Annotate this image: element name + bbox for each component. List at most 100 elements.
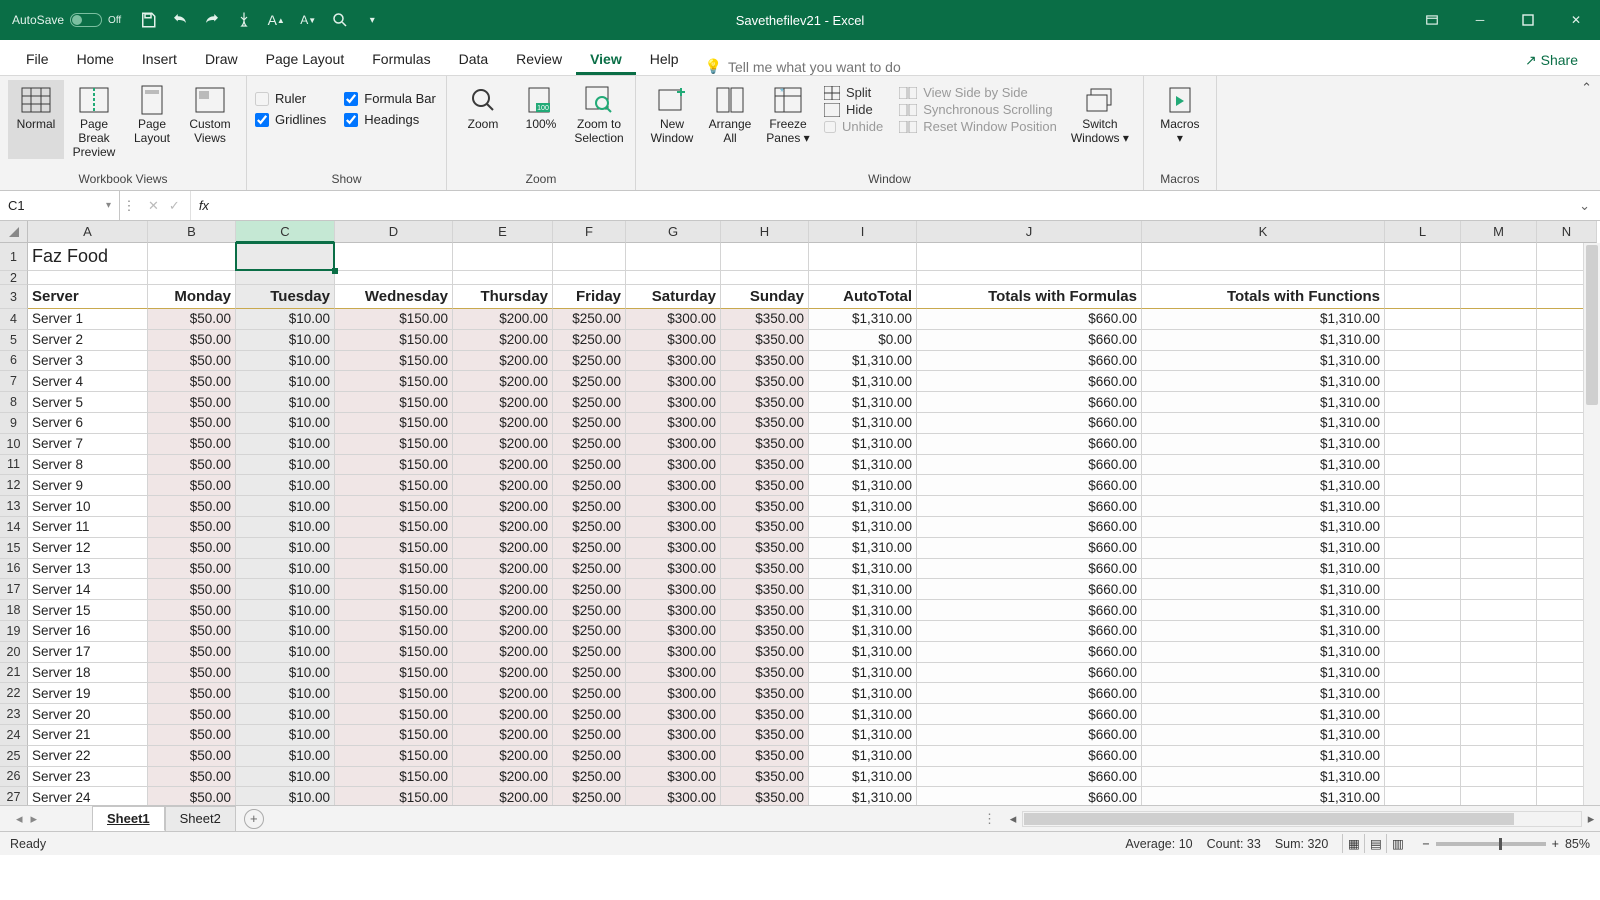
cell[interactable] bbox=[1461, 413, 1537, 434]
cell[interactable] bbox=[1461, 330, 1537, 351]
column-header[interactable]: H bbox=[721, 221, 809, 243]
row-header[interactable]: 20 bbox=[0, 642, 28, 663]
tab-help[interactable]: Help bbox=[636, 43, 693, 75]
cell[interactable] bbox=[1461, 351, 1537, 372]
cell[interactable]: $1,310.00 bbox=[809, 413, 917, 434]
cell[interactable]: Server bbox=[28, 285, 148, 309]
custom-views-button[interactable]: CustomViews bbox=[182, 80, 238, 159]
tab-data[interactable]: Data bbox=[445, 43, 503, 75]
cell[interactable] bbox=[1461, 767, 1537, 788]
cell[interactable] bbox=[1385, 767, 1461, 788]
cell[interactable] bbox=[1385, 434, 1461, 455]
cell[interactable]: $50.00 bbox=[148, 642, 236, 663]
row-header[interactable]: 3 bbox=[0, 285, 28, 309]
cell[interactable]: $1,310.00 bbox=[1142, 767, 1385, 788]
cell[interactable]: $300.00 bbox=[626, 538, 721, 559]
font-increase-icon[interactable]: A▲ bbox=[267, 11, 285, 29]
ribbon-display-options-icon[interactable] bbox=[1408, 0, 1456, 40]
row-header[interactable]: 17 bbox=[0, 579, 28, 600]
cell[interactable]: $150.00 bbox=[335, 704, 453, 725]
cell[interactable]: $1,310.00 bbox=[1142, 559, 1385, 580]
touch-mode-icon[interactable] bbox=[235, 11, 253, 29]
cell[interactable] bbox=[1385, 285, 1461, 309]
redo-icon[interactable] bbox=[203, 11, 221, 29]
cell[interactable] bbox=[1461, 683, 1537, 704]
cell[interactable]: $350.00 bbox=[721, 475, 809, 496]
cell[interactable]: $50.00 bbox=[148, 371, 236, 392]
cell[interactable]: $200.00 bbox=[453, 600, 553, 621]
row-header[interactable]: 23 bbox=[0, 704, 28, 725]
row-header[interactable]: 21 bbox=[0, 663, 28, 684]
tab-review[interactable]: Review bbox=[502, 43, 576, 75]
cancel-formula-icon[interactable]: ✕ bbox=[148, 198, 159, 214]
cell[interactable] bbox=[1385, 725, 1461, 746]
cell[interactable]: Server 22 bbox=[28, 746, 148, 767]
cell[interactable]: $1,310.00 bbox=[1142, 371, 1385, 392]
cell[interactable]: $50.00 bbox=[148, 559, 236, 580]
cell[interactable]: $660.00 bbox=[917, 704, 1142, 725]
cell[interactable] bbox=[236, 243, 335, 271]
zoom-100-button[interactable]: 100100% bbox=[513, 80, 569, 146]
cell[interactable]: Server 18 bbox=[28, 663, 148, 684]
cell[interactable]: Server 5 bbox=[28, 392, 148, 413]
cell[interactable]: $350.00 bbox=[721, 517, 809, 538]
row-header[interactable]: 14 bbox=[0, 517, 28, 538]
cell[interactable]: $300.00 bbox=[626, 579, 721, 600]
qat-customize-icon[interactable]: ▾ bbox=[363, 11, 381, 29]
cell[interactable]: $150.00 bbox=[335, 455, 453, 476]
cell[interactable]: $350.00 bbox=[721, 330, 809, 351]
cell[interactable] bbox=[1385, 330, 1461, 351]
cell[interactable]: $150.00 bbox=[335, 392, 453, 413]
cell[interactable]: $1,310.00 bbox=[1142, 496, 1385, 517]
close-button[interactable]: ✕ bbox=[1552, 0, 1600, 40]
cell[interactable]: $50.00 bbox=[148, 683, 236, 704]
cell[interactable]: $250.00 bbox=[553, 725, 626, 746]
cell[interactable]: $250.00 bbox=[553, 579, 626, 600]
cell[interactable]: $250.00 bbox=[553, 434, 626, 455]
cell[interactable]: $660.00 bbox=[917, 496, 1142, 517]
cell[interactable]: Server 17 bbox=[28, 642, 148, 663]
cell[interactable] bbox=[1461, 434, 1537, 455]
cell[interactable]: $660.00 bbox=[917, 538, 1142, 559]
cell[interactable] bbox=[1385, 455, 1461, 476]
font-decrease-icon[interactable]: A▼ bbox=[299, 11, 317, 29]
cell[interactable]: $660.00 bbox=[917, 683, 1142, 704]
formula-bar-checkbox[interactable]: Formula Bar bbox=[344, 88, 436, 109]
cell[interactable]: Sunday bbox=[721, 285, 809, 309]
cell[interactable]: $350.00 bbox=[721, 725, 809, 746]
cell[interactable]: $1,310.00 bbox=[809, 704, 917, 725]
row-header[interactable]: 8 bbox=[0, 392, 28, 413]
cell[interactable]: Server 6 bbox=[28, 413, 148, 434]
cell[interactable] bbox=[809, 243, 917, 271]
cell[interactable]: Server 21 bbox=[28, 725, 148, 746]
row-header[interactable]: 2 bbox=[0, 271, 28, 285]
row-header[interactable]: 10 bbox=[0, 434, 28, 455]
cell[interactable] bbox=[626, 243, 721, 271]
cell[interactable]: $250.00 bbox=[553, 371, 626, 392]
fill-handle[interactable] bbox=[332, 268, 338, 274]
cell[interactable]: $1,310.00 bbox=[1142, 683, 1385, 704]
cell[interactable]: $300.00 bbox=[626, 621, 721, 642]
cell[interactable]: Faz Food bbox=[28, 243, 148, 271]
cell[interactable]: $300.00 bbox=[626, 704, 721, 725]
cell[interactable]: $10.00 bbox=[236, 371, 335, 392]
cell[interactable]: $10.00 bbox=[236, 475, 335, 496]
cell[interactable]: $1,310.00 bbox=[1142, 413, 1385, 434]
cell[interactable] bbox=[1385, 371, 1461, 392]
column-headers[interactable]: ABCDEFGHIJKLMN bbox=[28, 221, 1583, 243]
cell[interactable]: $1,310.00 bbox=[1142, 704, 1385, 725]
cell[interactable]: $10.00 bbox=[236, 309, 335, 330]
cell[interactable] bbox=[1385, 746, 1461, 767]
cell[interactable]: $660.00 bbox=[917, 642, 1142, 663]
cell[interactable] bbox=[1461, 309, 1537, 330]
cell[interactable] bbox=[1385, 559, 1461, 580]
cell[interactable]: $150.00 bbox=[335, 475, 453, 496]
cell[interactable]: AutoTotal bbox=[809, 285, 917, 309]
zoom-out-button[interactable]: − bbox=[1422, 837, 1429, 851]
tab-formulas[interactable]: Formulas bbox=[358, 43, 444, 75]
cell[interactable]: Server 8 bbox=[28, 455, 148, 476]
cell[interactable] bbox=[453, 243, 553, 271]
cell[interactable]: $350.00 bbox=[721, 683, 809, 704]
cell[interactable] bbox=[917, 243, 1142, 271]
cell[interactable]: $50.00 bbox=[148, 600, 236, 621]
